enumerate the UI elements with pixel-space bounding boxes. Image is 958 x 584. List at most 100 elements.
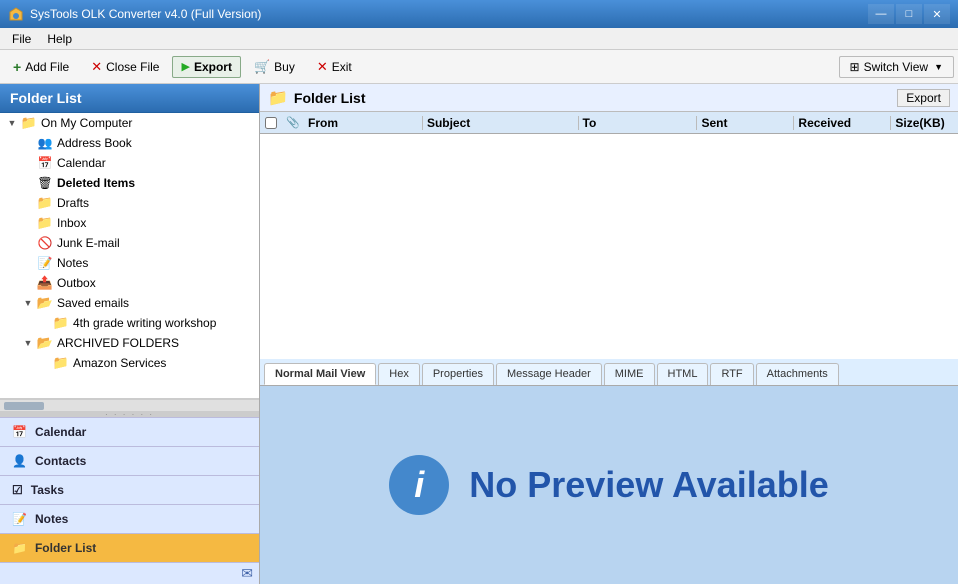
- tree-item-drafts[interactable]: 📁 Drafts: [0, 193, 259, 213]
- close-button[interactable]: ✕: [924, 4, 950, 24]
- add-file-button[interactable]: + Add File: [4, 55, 78, 79]
- buy-label: Buy: [274, 60, 295, 74]
- col-header-subject[interactable]: Subject: [423, 116, 579, 130]
- notes-icon: 📝: [36, 255, 54, 271]
- tree-item-addressBook[interactable]: 👥 Address Book: [0, 133, 259, 153]
- tree-label-savedEmails: Saved emails: [57, 296, 129, 310]
- right-panel-export-button[interactable]: Export: [897, 89, 950, 107]
- exit-label: Exit: [332, 60, 352, 74]
- preview-section: Normal Mail View Hex Properties Message …: [260, 359, 958, 584]
- addressbook-icon: 👥: [36, 135, 54, 151]
- tree-label-outbox: Outbox: [57, 276, 96, 290]
- junk-icon: 🚫: [36, 235, 54, 251]
- tree-label-junkEmail: Junk E-mail: [57, 236, 120, 250]
- attach-icon: 📎: [286, 116, 300, 129]
- maximize-button[interactable]: □: [896, 4, 922, 24]
- nav-btn-contacts[interactable]: 👤 Contacts: [0, 446, 259, 475]
- left-panel: Folder List ▼ 📁 On My Computer 👥 Address…: [0, 84, 260, 584]
- nav-tasks-icon: ☑: [12, 483, 23, 497]
- export-label: Export: [194, 60, 232, 74]
- col-header-check[interactable]: [260, 117, 282, 129]
- tab-properties[interactable]: Properties: [422, 363, 494, 385]
- tab-rtf[interactable]: RTF: [710, 363, 753, 385]
- inbox-icon: 📁: [36, 215, 54, 231]
- right-panel: 📁 Folder List Export 📎 From Subject To S…: [260, 84, 958, 584]
- tab-normalMailView[interactable]: Normal Mail View: [264, 363, 376, 385]
- file-menu[interactable]: File: [4, 30, 39, 48]
- col-header-to[interactable]: To: [579, 116, 698, 130]
- tree-label-calendar: Calendar: [57, 156, 106, 170]
- menu-bar: File Help: [0, 28, 958, 50]
- tree-item-junkEmail[interactable]: 🚫 Junk E-mail: [0, 233, 259, 253]
- close-file-label: Close File: [106, 60, 159, 74]
- preview-content: i No Preview Available: [260, 386, 958, 584]
- right-panel-title: Folder List: [294, 90, 366, 106]
- col-header-size[interactable]: Size(KB): [891, 116, 958, 130]
- left-panel-footer: ✉: [0, 562, 259, 584]
- switch-view-button[interactable]: ⊞ Switch View ▼: [839, 56, 954, 78]
- tab-messageHeader[interactable]: Message Header: [496, 363, 602, 385]
- minimize-button[interactable]: —: [868, 4, 894, 24]
- folder-open-icon: 📁: [20, 115, 38, 131]
- add-file-icon: +: [13, 59, 21, 75]
- expand-onMyComputer[interactable]: ▼: [4, 118, 20, 128]
- tree-item-outbox[interactable]: 📤 Outbox: [0, 273, 259, 293]
- tree-item-amazonServices[interactable]: 📁 Amazon Services: [0, 353, 259, 373]
- close-file-button[interactable]: ✕ Close File: [82, 55, 168, 79]
- col-header-from[interactable]: From: [304, 116, 423, 130]
- tab-attachments[interactable]: Attachments: [756, 363, 839, 385]
- exit-icon: ✕: [317, 59, 328, 75]
- tree-item-gradingWorkshop[interactable]: 📁 4th grade writing workshop: [0, 313, 259, 333]
- envelope-icon: ✉: [241, 565, 253, 582]
- nav-contacts-icon: 👤: [12, 454, 27, 468]
- main-layout: Folder List ▼ 📁 On My Computer 👥 Address…: [0, 84, 958, 584]
- toolbar: + Add File ✕ Close File ▶ Export 🛒 Buy ✕…: [0, 50, 958, 84]
- buy-button[interactable]: 🛒 Buy: [245, 55, 304, 79]
- writing-workshop-icon: 📁: [52, 315, 70, 331]
- saved-emails-icon: 📂: [36, 295, 54, 311]
- left-panel-header: Folder List: [0, 84, 259, 113]
- tree-item-calendar[interactable]: 📅 Calendar: [0, 153, 259, 173]
- exit-button[interactable]: ✕ Exit: [308, 55, 361, 79]
- tree-label-addressBook: Address Book: [57, 136, 132, 150]
- tree-item-deletedItems[interactable]: 🗑 Deleted Items: [0, 173, 259, 193]
- nav-btn-tasks[interactable]: ☑ Tasks: [0, 475, 259, 504]
- no-preview-info-icon: i: [389, 455, 449, 515]
- select-all-checkbox[interactable]: [265, 117, 277, 129]
- tree-label-drafts: Drafts: [57, 196, 89, 210]
- help-menu[interactable]: Help: [39, 30, 80, 48]
- tab-hex[interactable]: Hex: [378, 363, 420, 385]
- nav-btn-folderList[interactable]: 📁 Folder List: [0, 533, 259, 562]
- archived-folders-icon: 📂: [36, 335, 54, 351]
- tree-item-inbox[interactable]: 📁 Inbox: [0, 213, 259, 233]
- tree-label-inbox: Inbox: [57, 216, 86, 230]
- nav-folderlist-label: Folder List: [35, 541, 96, 555]
- tree-item-savedEmails[interactable]: ▼ 📂 Saved emails: [0, 293, 259, 313]
- add-file-label: Add File: [25, 60, 69, 74]
- window-controls: — □ ✕: [868, 4, 950, 24]
- deleted-icon: 🗑: [36, 175, 54, 191]
- col-header-attach: 📎: [282, 116, 304, 129]
- calendar-icon: 📅: [36, 155, 54, 171]
- tree-label-archivedFolders: ARCHIVED FOLDERS: [57, 336, 179, 350]
- tab-html[interactable]: HTML: [657, 363, 709, 385]
- col-header-sent[interactable]: Sent: [697, 116, 794, 130]
- tree-item-notes[interactable]: 📝 Notes: [0, 253, 259, 273]
- preview-tab-bar: Normal Mail View Hex Properties Message …: [260, 359, 958, 386]
- col-header-received[interactable]: Received: [794, 116, 891, 130]
- tree-item-archivedFolders[interactable]: ▼ 📂 ARCHIVED FOLDERS: [0, 333, 259, 353]
- horiz-scrollbar-thumb[interactable]: [4, 402, 44, 410]
- nav-btn-notes[interactable]: 📝 Notes: [0, 504, 259, 533]
- outbox-icon: 📤: [36, 275, 54, 291]
- tab-mime[interactable]: MIME: [604, 363, 655, 385]
- export-button[interactable]: ▶ Export: [172, 56, 240, 78]
- nav-notes-icon: 📝: [12, 512, 27, 526]
- tree-label-deletedItems: Deleted Items: [57, 176, 135, 190]
- switch-view-dropdown-icon: ▼: [934, 62, 943, 72]
- expand-archivedFolders[interactable]: ▼: [20, 338, 36, 348]
- expand-savedEmails[interactable]: ▼: [20, 298, 36, 308]
- switch-view-label: Switch View: [864, 60, 928, 74]
- nav-calendar-icon: 📅: [12, 425, 27, 439]
- nav-btn-calendar[interactable]: 📅 Calendar: [0, 417, 259, 446]
- tree-item-onMyComputer[interactable]: ▼ 📁 On My Computer: [0, 113, 259, 133]
